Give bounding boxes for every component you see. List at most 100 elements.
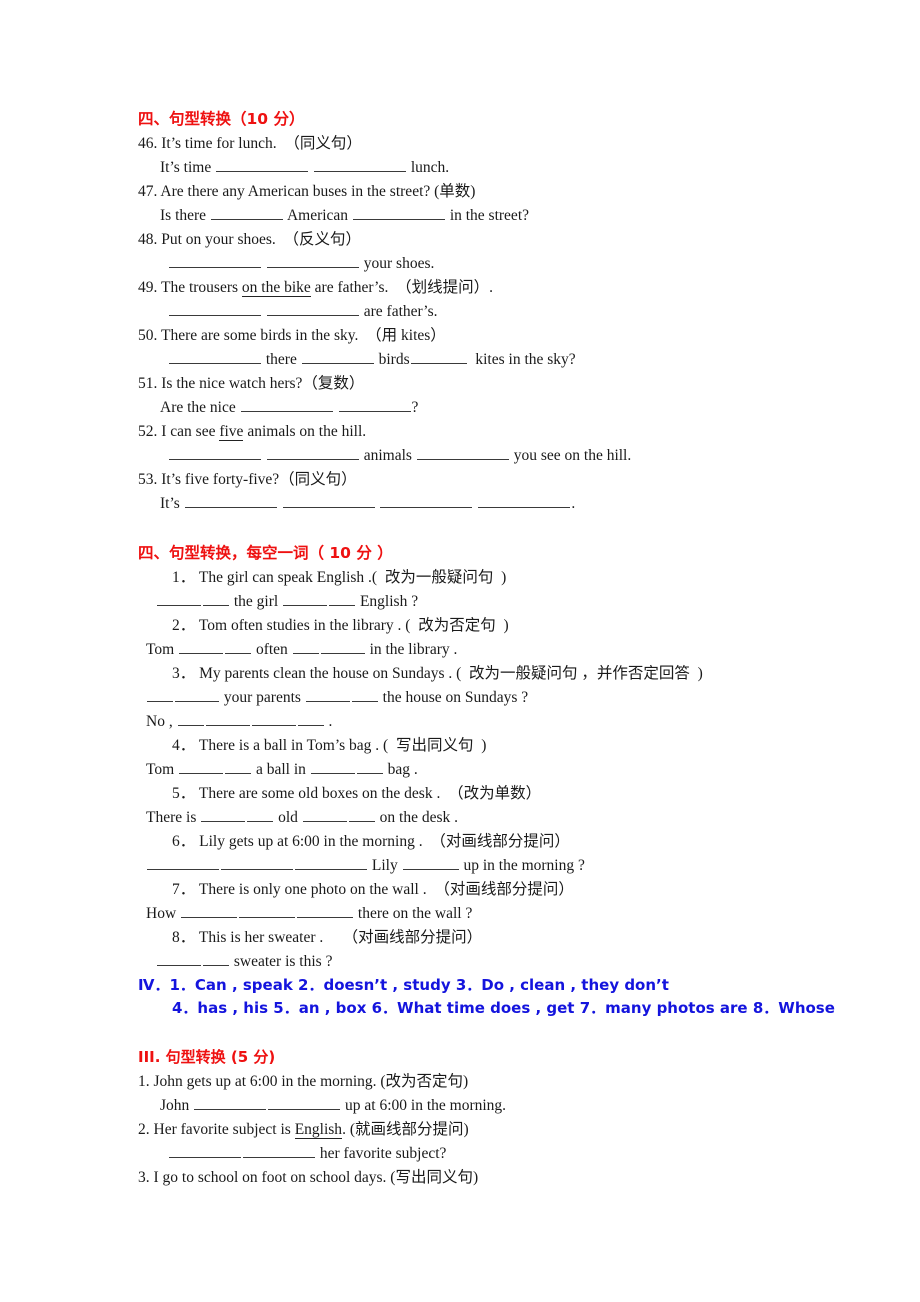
- blank-field[interactable]: [266, 252, 359, 268]
- blank-field[interactable]: [266, 300, 359, 316]
- s2-question-3-answer-line-2: No , .: [138, 710, 838, 734]
- blank-field[interactable]: [351, 686, 378, 702]
- s2-q4-prompt: There is a ball in Tom’s bag . ( 写出同义句 ): [198, 737, 487, 754]
- s2-q3b-part-4: .: [324, 713, 333, 730]
- blank-field[interactable]: [169, 444, 261, 460]
- q51-part-2: ?: [411, 399, 419, 416]
- question-48-prompt: Put on your shoes. （反义句）: [161, 231, 362, 248]
- blank-field[interactable]: [478, 492, 571, 508]
- blank-field[interactable]: [410, 348, 467, 364]
- blank-field[interactable]: [169, 348, 261, 364]
- blank-field[interactable]: [221, 854, 293, 870]
- s2-question-6-answer-line: Lily up in the morning ?: [138, 854, 838, 878]
- s2-q5-number: 5．: [172, 785, 196, 802]
- s3-q2-underlined-phrase: English: [294, 1121, 343, 1139]
- blank-field[interactable]: [181, 902, 238, 918]
- blank-field[interactable]: [203, 590, 229, 606]
- blank-field[interactable]: [301, 348, 374, 364]
- s3-q1-number: 1.: [138, 1073, 150, 1090]
- blank-field[interactable]: [416, 444, 509, 460]
- q50-part-2: birds: [374, 351, 410, 368]
- s2-q3-part-4: the house on Sundays ?: [378, 689, 529, 706]
- s2-q3-number: 3．: [172, 665, 196, 682]
- question-47-prompt: Are there any American buses in the stre…: [160, 183, 476, 200]
- question-46-number: 46.: [138, 135, 158, 152]
- s2-q8-number: 8．: [172, 929, 196, 946]
- blank-field[interactable]: [179, 638, 224, 654]
- blank-field[interactable]: [320, 638, 365, 654]
- blank-field[interactable]: [402, 854, 459, 870]
- blank-field[interactable]: [147, 686, 173, 702]
- question-50-prompt: There are some birds in the sky. （用 kite…: [160, 327, 446, 344]
- blank-field[interactable]: [216, 156, 309, 172]
- s2-q3b-part-0: No ,: [146, 713, 177, 730]
- blank-field[interactable]: [157, 590, 201, 606]
- s3-q1-part-2: up at 6:00 in the morning.: [341, 1097, 507, 1114]
- blank-field[interactable]: [292, 638, 319, 654]
- section1-heading: 四、句型转换（10 分）: [138, 110, 305, 128]
- q49-part-1: [262, 303, 266, 320]
- section3-heading: III. 句型转换 (5 分): [138, 1048, 276, 1066]
- blank-field[interactable]: [203, 950, 229, 966]
- question-51-prompt: Is the nice watch hers?（复数）: [161, 375, 365, 392]
- blank-field[interactable]: [243, 1142, 315, 1158]
- blank-field[interactable]: [266, 444, 359, 460]
- blank-field[interactable]: [225, 758, 252, 774]
- blank-field[interactable]: [295, 854, 367, 870]
- s2-q6-number: 6．: [172, 833, 196, 850]
- blank-field[interactable]: [201, 806, 246, 822]
- q53-part-2: [376, 495, 380, 512]
- blank-field[interactable]: [297, 902, 354, 918]
- s2-q4-part-4: bag .: [383, 761, 418, 778]
- s2-q4-number: 4．: [172, 737, 196, 754]
- blank-field[interactable]: [310, 758, 355, 774]
- blank-field[interactable]: [251, 710, 296, 726]
- blank-field[interactable]: [147, 854, 219, 870]
- blank-field[interactable]: [177, 710, 204, 726]
- blank-field[interactable]: [169, 252, 261, 268]
- s2-q1-number: 1．: [172, 569, 196, 586]
- blank-field[interactable]: [184, 492, 277, 508]
- q48-part-1: [262, 255, 266, 272]
- blank-field[interactable]: [380, 492, 473, 508]
- blank-field[interactable]: [239, 902, 296, 918]
- blank-field[interactable]: [240, 396, 333, 412]
- blank-field[interactable]: [194, 1094, 267, 1110]
- blank-field[interactable]: [283, 590, 328, 606]
- s2-q7-part-3: there on the wall ?: [354, 905, 473, 922]
- blank-field[interactable]: [205, 710, 250, 726]
- s2-q4-part-0: Tom: [146, 761, 179, 778]
- s2-q8-part-2: sweater is this ?: [230, 953, 333, 970]
- blank-field[interactable]: [329, 590, 356, 606]
- blank-field[interactable]: [313, 156, 406, 172]
- blank-field[interactable]: [268, 1094, 341, 1110]
- blank-field[interactable]: [302, 806, 347, 822]
- blank-field[interactable]: [297, 710, 324, 726]
- blank-field[interactable]: [169, 1142, 241, 1158]
- s2-q7-prompt: There is only one photo on the wall . （对…: [198, 881, 574, 898]
- q51-part-1: [334, 399, 338, 416]
- blank-field[interactable]: [179, 758, 224, 774]
- q47-part-1: American: [283, 207, 352, 224]
- question-46-prompt: It’s time for lunch. （同义句）: [161, 135, 362, 152]
- blank-field[interactable]: [338, 396, 411, 412]
- blank-field[interactable]: [210, 204, 283, 220]
- q52-underlined-phrase: five: [219, 423, 244, 441]
- s2-q6-prompt: Lily gets up at 6:00 in the morning . （对…: [199, 833, 570, 850]
- blank-field[interactable]: [169, 300, 261, 316]
- blank-field[interactable]: [175, 686, 219, 702]
- question-48-number: 48.: [138, 231, 158, 248]
- blank-field[interactable]: [348, 806, 375, 822]
- s2-q3-part-2: your parents: [220, 689, 305, 706]
- q49-prompt-post: are father’s. （划线提问）.: [310, 279, 494, 296]
- question-51-number: 51.: [138, 375, 158, 392]
- s3-q3-number: 3.: [138, 1169, 150, 1186]
- blank-field[interactable]: [305, 686, 350, 702]
- blank-field[interactable]: [225, 638, 252, 654]
- blank-field[interactable]: [247, 806, 274, 822]
- s2-q3-prompt: My parents clean the house on Sundays . …: [199, 665, 703, 682]
- blank-field[interactable]: [157, 950, 201, 966]
- blank-field[interactable]: [282, 492, 375, 508]
- blank-field[interactable]: [356, 758, 383, 774]
- blank-field[interactable]: [352, 204, 445, 220]
